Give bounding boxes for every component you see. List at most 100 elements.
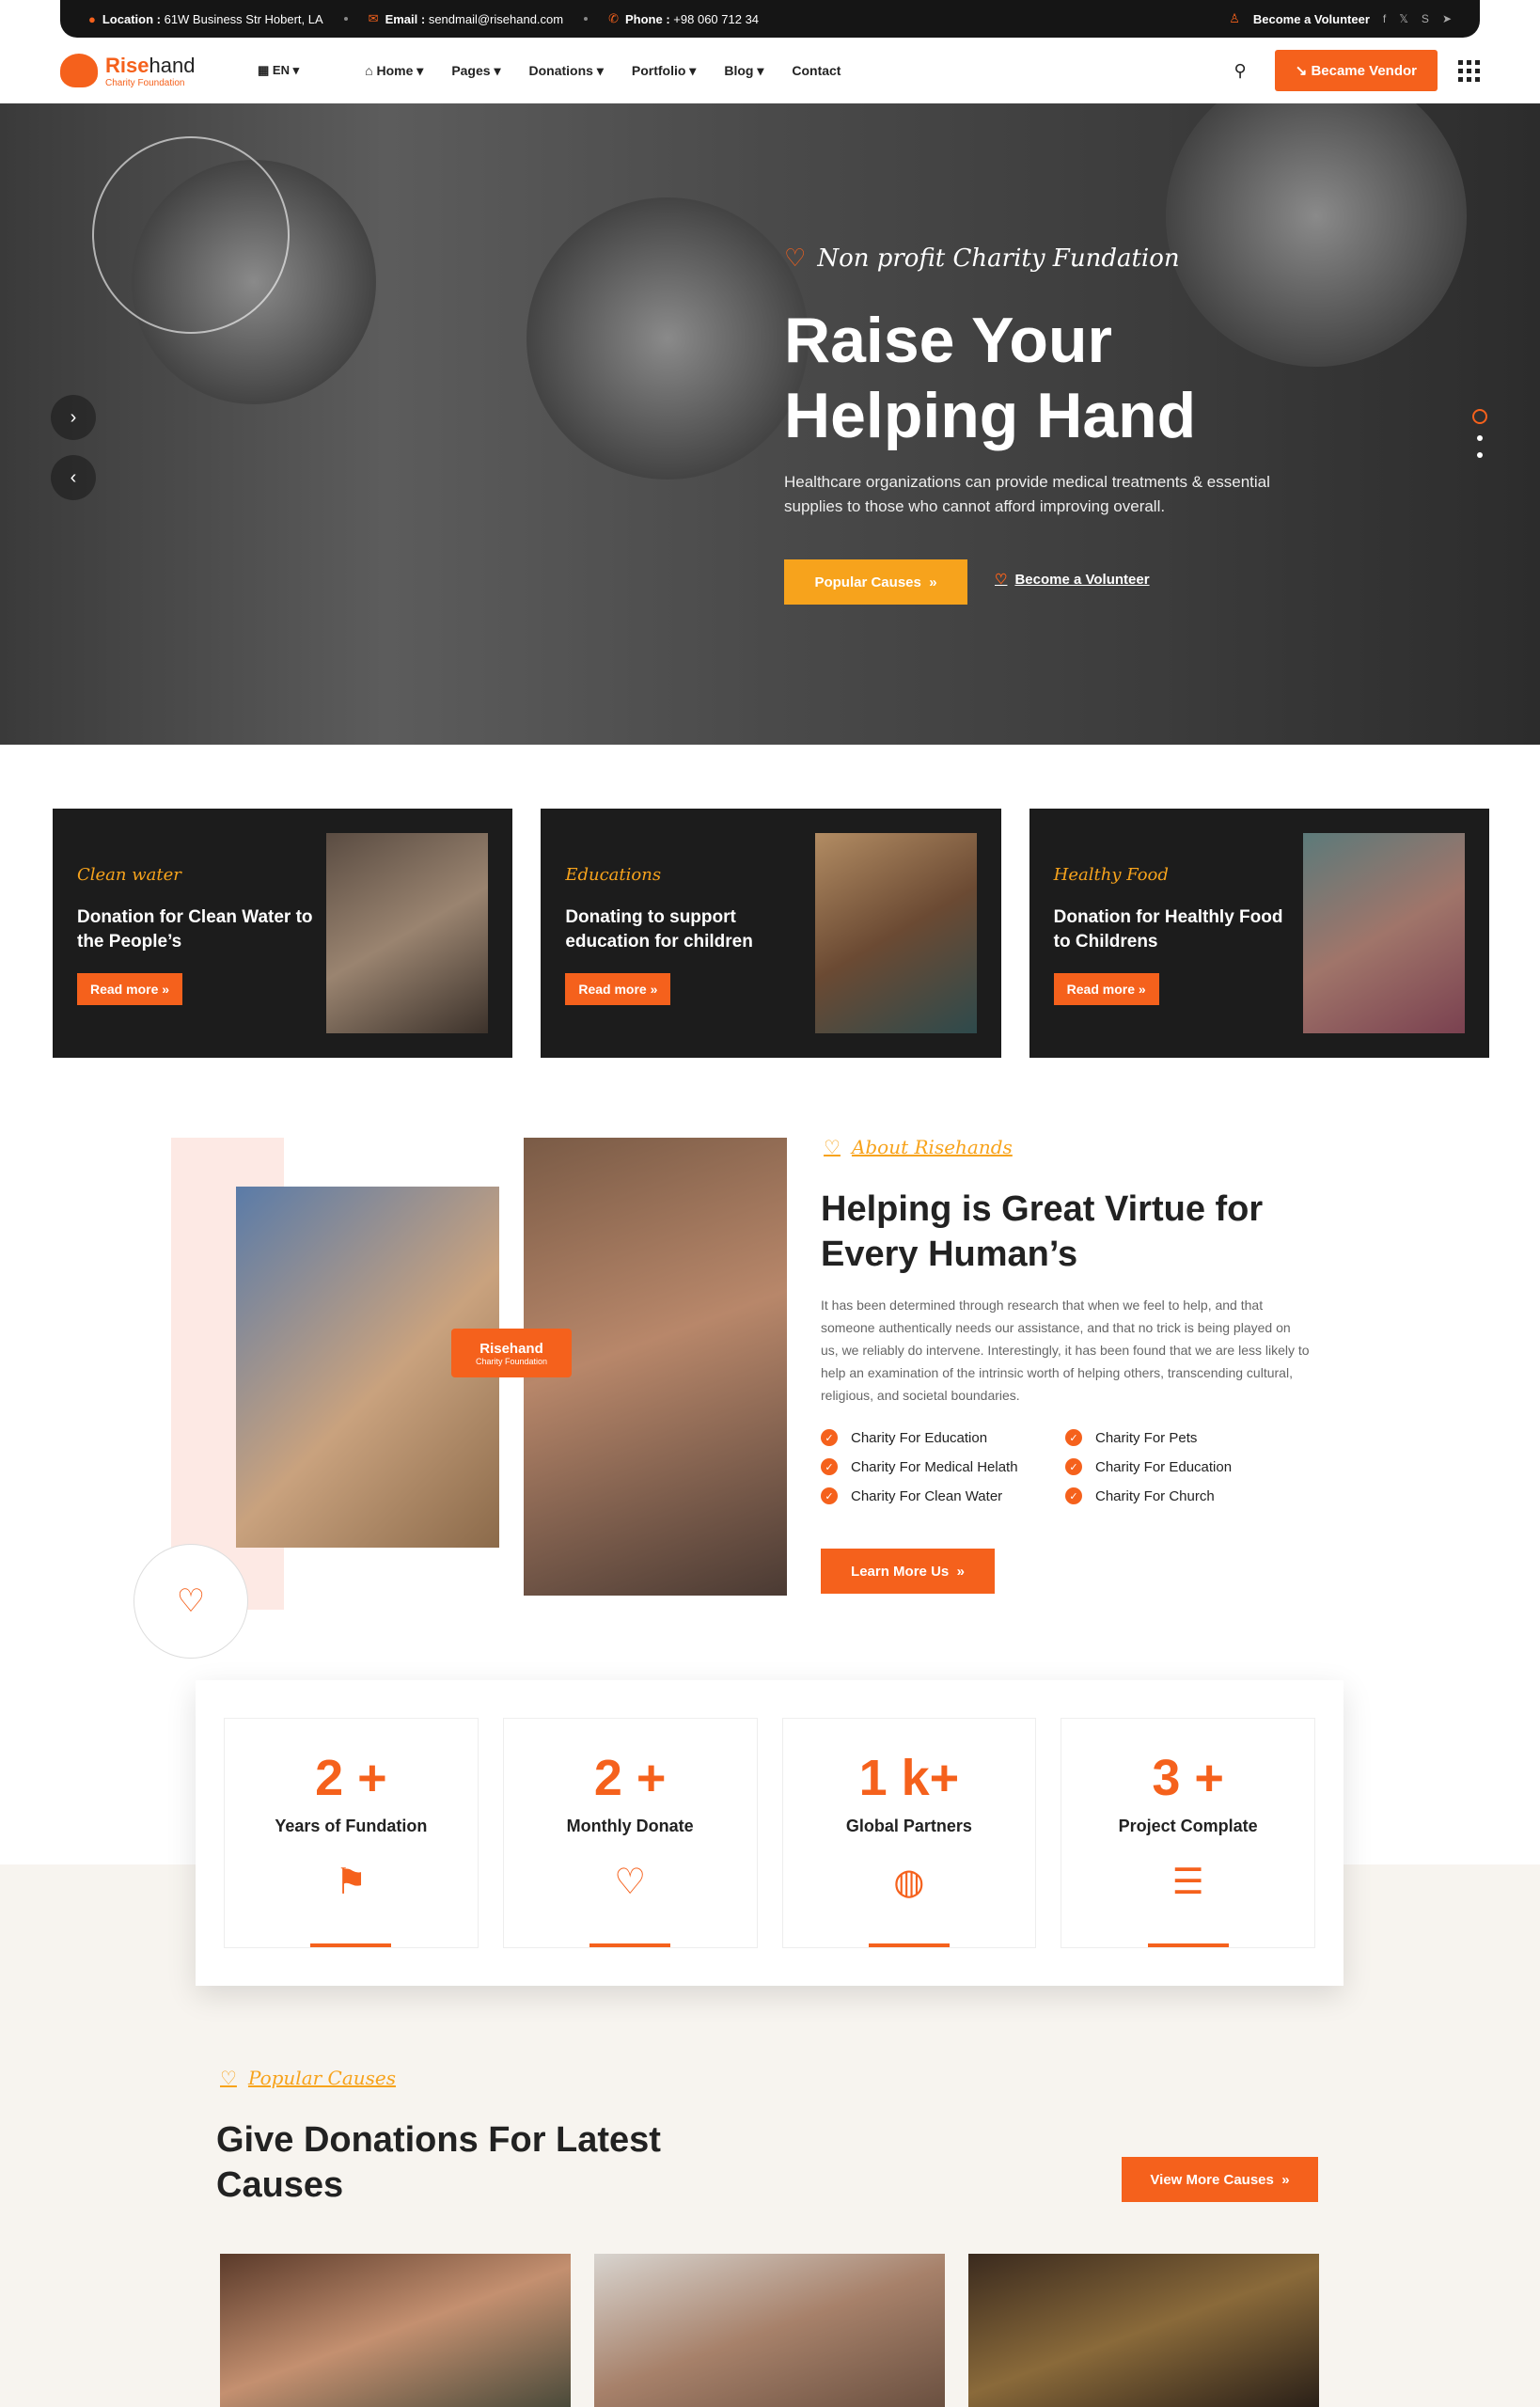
healthy-food-image: [1302, 833, 1465, 1033]
clean-water-image: [326, 833, 489, 1033]
read-more-button[interactable]: Read more »: [1053, 973, 1159, 1005]
location-info: ● Location : 61W Business Str Hobert, LA: [88, 11, 323, 26]
climb-icon: ⚑: [335, 1863, 368, 1902]
learn-more-button[interactable]: Learn More Us »: [821, 1549, 995, 1594]
list-item: ✓ Charity For Clean Water: [821, 1487, 1065, 1504]
stat-underline: [1147, 1943, 1229, 1947]
double-chevron-icon: »: [929, 574, 937, 590]
stat-underline: [310, 1943, 392, 1947]
telegram-icon[interactable]: ➤: [1442, 12, 1452, 25]
view-more-causes-button[interactable]: View More Causes »: [1122, 2157, 1318, 2202]
separator-dot: [343, 17, 348, 21]
popular-causes-button[interactable]: Popular Causes »: [784, 559, 967, 605]
phone-info[interactable]: ✆ Phone : +98 060 712 34: [608, 11, 759, 26]
cause-image[interactable]: [594, 2254, 945, 2407]
heart-hand-icon: ♡: [784, 244, 807, 273]
menu-portfolio[interactable]: Portfolio ▾: [632, 63, 696, 79]
check-icon: ✓: [821, 1429, 838, 1446]
stat-card: 2 + Years of Fundation ⚑: [224, 1718, 479, 1948]
phone-icon: ✆: [608, 11, 619, 25]
list-item: ✓ Charity For Education: [821, 1429, 1065, 1446]
menu-home[interactable]: ⌂ Home ▾: [365, 63, 423, 79]
list-item: ✓ Charity For Education: [1065, 1458, 1310, 1475]
education-image: [814, 833, 977, 1033]
main-navbar: Risehand Charity Foundation ▦ EN ▾ ⌂ Hom…: [0, 38, 1540, 103]
search-icon[interactable]: ⚲: [1234, 61, 1247, 81]
site-logo[interactable]: Risehand Charity Foundation: [60, 54, 229, 88]
heart-hand-icon: ♡: [824, 1136, 841, 1158]
feature-card: Educations Donating to support education…: [541, 809, 1001, 1058]
slider-next-arrow-icon[interactable]: ›: [51, 395, 96, 440]
hero-photo-shape: [526, 197, 809, 480]
risehand-badge: Risehand Charity Foundation: [451, 1329, 572, 1377]
hearts-icon: ♡: [176, 1583, 206, 1619]
become-volunteer-link[interactable]: Become a Volunteer: [1253, 12, 1370, 26]
uk-flag-icon: ▦: [258, 63, 270, 77]
stat-underline: [868, 1943, 950, 1947]
became-vendor-button[interactable]: ↘ Became Vendor: [1274, 50, 1438, 91]
location-pin-icon: ●: [88, 11, 96, 26]
documents-icon: ☰: [1171, 1863, 1204, 1902]
read-more-button[interactable]: Read more »: [77, 973, 183, 1005]
main-menu: ⌂ Home ▾ Pages ▾ Donations ▾ Portfolio ▾…: [365, 63, 841, 79]
stat-card: 1 k+ Global Partners ◍: [781, 1718, 1037, 1948]
list-item: ✓ Charity For Pets: [1065, 1429, 1310, 1446]
charity-seal: ♡: [134, 1544, 248, 1659]
slider-dot[interactable]: [1477, 435, 1483, 441]
menu-contact[interactable]: Contact: [792, 63, 841, 79]
charity-list: ✓ Charity For Education ✓ Charity For Pets…: [821, 1429, 1310, 1504]
cause-image[interactable]: [968, 2254, 1319, 2407]
menu-pages[interactable]: Pages ▾: [451, 63, 500, 79]
language-selector[interactable]: ▦ EN ▾: [258, 63, 299, 78]
about-description: It has been determined through research …: [821, 1298, 1310, 1403]
slider-prev-arrow-icon[interactable]: ‹: [51, 455, 96, 500]
donation-box-icon: ♡: [614, 1863, 647, 1902]
causes-tagline: ♡ Popular Causes: [220, 2067, 397, 2089]
x-twitter-icon[interactable]: 𝕏: [1399, 12, 1408, 25]
check-icon: ✓: [821, 1487, 838, 1504]
causes-title: Give Donations For Latest Causes: [216, 2120, 661, 2205]
feature-card: Healthy Food Donation for Healthly Food …: [1029, 809, 1489, 1058]
read-more-button[interactable]: Read more »: [565, 973, 671, 1005]
stat-card: 3 + Project Complate ☰: [1061, 1718, 1315, 1948]
about-tagline: ♡ About Risehands: [824, 1136, 1013, 1158]
separator-dot: [584, 17, 589, 21]
heart-hand-icon: ♡: [220, 2067, 237, 2089]
list-item: ✓ Charity For Church: [1065, 1487, 1310, 1504]
slider-dot-active[interactable]: [1472, 409, 1487, 424]
menu-donations[interactable]: Donations ▾: [528, 63, 603, 79]
feature-cards: Clean water Donation for Clean Water to …: [53, 809, 1489, 1058]
facebook-icon[interactable]: f: [1383, 12, 1386, 25]
about-title: Helping is Great Virtue for Every Human’…: [821, 1189, 1264, 1274]
become-volunteer-button[interactable]: ♡ Become a Volunteer: [995, 571, 1150, 588]
hero-title: Raise Your Helping Hand: [784, 305, 1197, 451]
skype-icon[interactable]: S: [1422, 12, 1429, 25]
email-info[interactable]: ✉ Email : sendmail@risehand.com: [369, 11, 563, 26]
top-info-bar: ● Location : 61W Business Str Hobert, LA …: [60, 0, 1480, 38]
list-item: ✓ Charity For Medical Helath: [821, 1458, 1065, 1475]
slider-dot[interactable]: [1477, 452, 1483, 458]
cause-image[interactable]: [220, 2254, 571, 2407]
user-icon: ♙: [1229, 11, 1240, 25]
check-icon: ✓: [1065, 1487, 1082, 1504]
slider-pagination: [1472, 409, 1487, 458]
menu-blog[interactable]: Blog ▾: [724, 63, 763, 79]
stat-underline: [589, 1943, 671, 1947]
home-icon: ⌂: [365, 62, 373, 78]
decorative-circle: [92, 136, 290, 334]
stats-section: 2 + Years of Fundation ⚑ 2 + Monthly Don…: [196, 1680, 1344, 1986]
feature-card: Clean water Donation for Clean Water to …: [53, 809, 513, 1058]
check-icon: ✓: [1065, 1429, 1082, 1446]
hero-slider: › ‹ ♡ Non profit Charity Fundation Raise …: [0, 103, 1540, 745]
check-icon: ✓: [1065, 1458, 1082, 1475]
globe-icon: ◍: [893, 1863, 925, 1902]
hand-heart-logo-icon: [60, 54, 98, 87]
arrow-icon: ↘: [1295, 63, 1308, 79]
stat-card: 2 + Monthly Donate ♡: [502, 1718, 758, 1948]
check-icon: ✓: [821, 1458, 838, 1475]
heart-icon: ♡: [995, 572, 1008, 588]
hero-description: Healthcare organizations can provide med…: [784, 473, 1270, 515]
email-icon: ✉: [368, 11, 379, 25]
hero-tagline: ♡ Non profit Charity Fundation: [784, 244, 1180, 273]
grid-menu-icon[interactable]: [1458, 59, 1480, 82]
